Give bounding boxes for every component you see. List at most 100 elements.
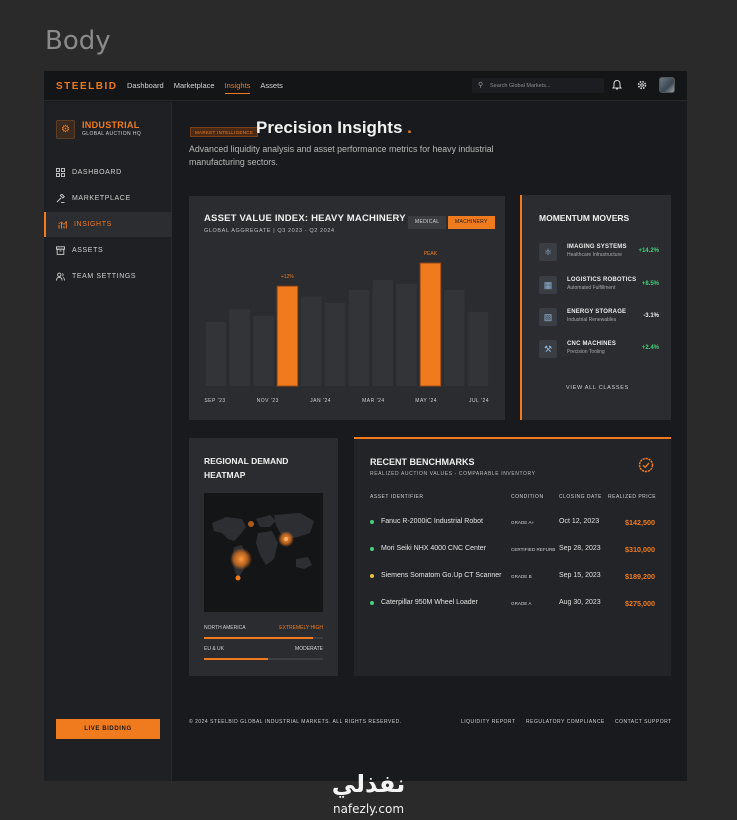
sidebar-item-label: ASSETS bbox=[72, 247, 104, 254]
sidebar-item-marketplace[interactable]: MARKETPLACE bbox=[44, 186, 172, 211]
status-dot bbox=[370, 520, 374, 524]
bar-annotation: +12% bbox=[281, 274, 294, 280]
region-label: EU & UK bbox=[204, 646, 225, 652]
realized-price: $310,000 bbox=[625, 545, 655, 554]
benchmarks-subtitle: REALIZED AUCTION VALUES - COMPARABLE INV… bbox=[370, 471, 536, 477]
factory-icon: ⚙ bbox=[56, 120, 75, 139]
sidebar-item-label: TEAM SETTINGS bbox=[72, 273, 137, 280]
gear-icon[interactable] bbox=[636, 79, 648, 91]
status-dot bbox=[370, 574, 374, 578]
region-label: NORTH AMERICA bbox=[204, 625, 246, 631]
sidebar: ⚙ INDUSTRIAL GLOBAL AUCTION HQ DASHBOARD… bbox=[44, 102, 172, 781]
watermark-url: nafezly.com bbox=[332, 802, 405, 816]
momentum-change: +14.2% bbox=[638, 248, 659, 254]
verified-badge-icon bbox=[638, 457, 654, 473]
realized-price: $275,000 bbox=[625, 599, 655, 608]
chart-bar[interactable] bbox=[205, 322, 227, 386]
sidebar-item-team-settings[interactable]: TEAM SETTINGS bbox=[44, 264, 172, 289]
closing-date: Sep 15, 2023 bbox=[559, 572, 601, 579]
search-input[interactable] bbox=[490, 80, 598, 91]
sidebar-item-label: MARKETPLACE bbox=[72, 195, 131, 202]
momentum-title: MOMENTUM MOVERS bbox=[539, 213, 630, 223]
sidebar-item-label: DASHBOARD bbox=[72, 169, 122, 176]
x-tick-label: MAR '24 bbox=[362, 398, 385, 404]
org-title: INDUSTRIAL bbox=[82, 120, 140, 130]
page-title: Precision Insights . bbox=[256, 118, 412, 138]
view-all-classes-link[interactable]: VIEW ALL CLASSES bbox=[522, 385, 673, 391]
heat-spot bbox=[235, 575, 241, 581]
search-icon: ⚲ bbox=[478, 82, 484, 89]
brand-logo[interactable]: STEELBID bbox=[56, 81, 117, 92]
org-subtitle: GLOBAL AUCTION HQ bbox=[82, 131, 142, 137]
bell-icon[interactable] bbox=[611, 79, 623, 91]
highlighted-bar[interactable] bbox=[419, 262, 442, 387]
momentum-name: ENERGY STORAGE bbox=[567, 309, 627, 315]
momentum-change: +2.4% bbox=[641, 345, 659, 351]
footer-copyright: © 2024 STEELBID GLOBAL INDUSTRIAL MARKET… bbox=[189, 719, 402, 725]
chart-bar[interactable] bbox=[253, 315, 274, 386]
nav-assets[interactable]: Assets bbox=[260, 81, 283, 94]
table-row[interactable]: Mori Seiki NHX 4000 CNC Center CERTIFIED… bbox=[354, 540, 671, 560]
chart-bar[interactable] bbox=[229, 309, 251, 386]
status-dot bbox=[370, 547, 374, 551]
footer-link-regulatory-compliance[interactable]: REGULATORY COMPLIANCE bbox=[526, 719, 605, 725]
table-row[interactable]: Caterpillar 950M Wheel Loader GRADE A Au… bbox=[354, 594, 671, 614]
asset-name: Caterpillar 950M Wheel Loader bbox=[381, 599, 478, 606]
world-heatmap[interactable] bbox=[204, 493, 323, 612]
x-tick-label: MAY '24 bbox=[415, 398, 437, 404]
grid-icon bbox=[56, 168, 65, 177]
search-box: ⚲ bbox=[472, 78, 604, 93]
footer-link-liquidity-report[interactable]: LIQUIDITY REPORT bbox=[461, 719, 516, 725]
column-header-asset: ASSET IDENTIFIER bbox=[370, 494, 424, 500]
x-tick-label: JAN '24 bbox=[310, 398, 331, 404]
footer-link-contact-support[interactable]: CONTACT SUPPORT bbox=[615, 719, 672, 725]
chart-bar[interactable] bbox=[444, 290, 465, 386]
momentum-name: IMAGING SYSTEMS bbox=[567, 244, 627, 250]
table-row[interactable]: Fanuc R-2000iC Industrial Robot GRADE A+… bbox=[354, 513, 671, 533]
highlighted-bar[interactable] bbox=[276, 285, 299, 387]
momentum-name: LOGISTICS ROBOTICS bbox=[567, 277, 637, 283]
page-title-dot: . bbox=[407, 118, 412, 137]
heat-spot bbox=[284, 537, 288, 541]
momentum-name: CNC MACHINES bbox=[567, 341, 617, 347]
momentum-row[interactable]: ▦ LOGISTICS ROBOTICS Automated Fulfillme… bbox=[539, 275, 659, 297]
region-status: EXTREMELY HIGH bbox=[279, 625, 323, 631]
asset-name: Siemens Somatom Go.Up CT Scanner bbox=[381, 572, 502, 579]
main-nav: Dashboard Marketplace Insights Assets bbox=[127, 81, 283, 94]
region-demand-fill bbox=[204, 637, 314, 639]
robot-icon: ▦ bbox=[539, 276, 557, 294]
microscope-icon: ⚛ bbox=[539, 243, 557, 261]
momentum-movers-card: MOMENTUM MOVERS ⚛ IMAGING SYSTEMS Health… bbox=[520, 195, 671, 420]
momentum-row[interactable]: ▧ ENERGY STORAGE Industrial Renewables -… bbox=[539, 307, 659, 329]
bar-annotation: PEAK bbox=[424, 251, 438, 257]
table-row[interactable]: Siemens Somatom Go.Up CT Scanner GRADE B… bbox=[354, 567, 671, 587]
momentum-category: Industrial Renewables bbox=[567, 317, 617, 323]
nav-insights[interactable]: Insights bbox=[224, 81, 251, 94]
chart-bar[interactable] bbox=[324, 302, 346, 386]
nav-marketplace[interactable]: Marketplace bbox=[174, 81, 215, 94]
user-avatar[interactable] bbox=[659, 77, 675, 93]
chart-bar[interactable] bbox=[301, 296, 322, 386]
chart-bar[interactable] bbox=[372, 279, 394, 386]
chart-icon bbox=[58, 220, 67, 229]
tools-icon: ⚒ bbox=[539, 340, 557, 358]
chart-bar[interactable] bbox=[348, 290, 370, 386]
momentum-change: -3.1% bbox=[643, 313, 659, 319]
sidebar-item-insights[interactable]: INSIGHTS bbox=[44, 212, 172, 237]
chart-bar[interactable] bbox=[396, 283, 417, 386]
condition-grade: GRADE B bbox=[511, 574, 532, 579]
momentum-row[interactable]: ⚛ IMAGING SYSTEMS Healthcare Infrastruct… bbox=[539, 242, 659, 264]
momentum-change: +8.5% bbox=[641, 281, 659, 287]
asset-value-index-card: ASSET VALUE INDEX: HEAVY MACHINERY GLOBA… bbox=[189, 196, 505, 420]
column-header-date: CLOSING DATE bbox=[559, 494, 602, 500]
chart-bar[interactable] bbox=[467, 311, 489, 386]
sidebar-item-assets[interactable]: ASSETS bbox=[44, 238, 172, 263]
nav-dashboard[interactable]: Dashboard bbox=[127, 81, 164, 94]
sidebar-item-dashboard[interactable]: DASHBOARD bbox=[44, 160, 172, 185]
condition-grade: GRADE A bbox=[511, 601, 532, 606]
world-map-graphic bbox=[212, 513, 314, 581]
closing-date: Oct 12, 2023 bbox=[559, 518, 600, 525]
page-section-label: Body bbox=[45, 26, 111, 56]
momentum-row[interactable]: ⚒ CNC MACHINES Precision Tooling +2.4% bbox=[539, 339, 659, 361]
live-bidding-button[interactable]: LIVE BIDDING bbox=[56, 719, 160, 739]
